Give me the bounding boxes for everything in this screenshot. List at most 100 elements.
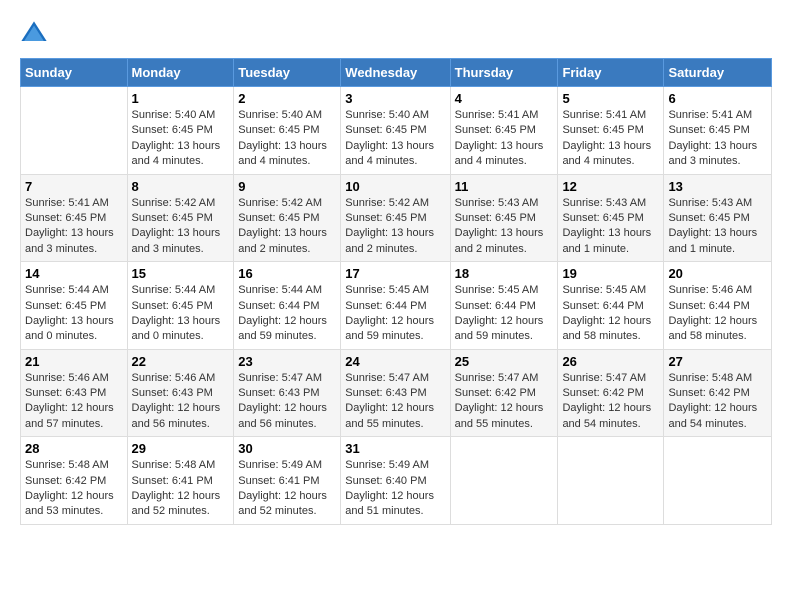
- sunrise-text: Sunrise: 5:42 AM: [238, 197, 322, 209]
- sunrise-text: Sunrise: 5:46 AM: [132, 372, 216, 384]
- daylight-text: Daylight: 12 hours and 54 minutes.: [562, 402, 651, 429]
- sunset-text: Sunset: 6:45 PM: [25, 212, 106, 224]
- day-number: 10: [345, 179, 445, 194]
- sunset-text: Sunset: 6:40 PM: [345, 475, 426, 487]
- sunrise-text: Sunrise: 5:45 AM: [345, 284, 429, 296]
- day-number: 4: [455, 91, 554, 106]
- day-info: Sunrise: 5:43 AM Sunset: 6:45 PM Dayligh…: [562, 196, 659, 258]
- sunrise-text: Sunrise: 5:47 AM: [455, 372, 539, 384]
- sunset-text: Sunset: 6:45 PM: [668, 212, 749, 224]
- daylight-text: Daylight: 12 hours and 55 minutes.: [345, 402, 434, 429]
- day-number: 8: [132, 179, 230, 194]
- sunrise-text: Sunrise: 5:41 AM: [455, 109, 539, 121]
- day-info: Sunrise: 5:49 AM Sunset: 6:40 PM Dayligh…: [345, 458, 445, 520]
- day-info: Sunrise: 5:44 AM Sunset: 6:45 PM Dayligh…: [25, 283, 123, 345]
- header-day: Wednesday: [341, 59, 450, 87]
- daylight-text: Daylight: 13 hours and 4 minutes.: [345, 140, 434, 167]
- sunrise-text: Sunrise: 5:43 AM: [455, 197, 539, 209]
- day-info: Sunrise: 5:47 AM Sunset: 6:43 PM Dayligh…: [238, 371, 336, 433]
- day-info: Sunrise: 5:41 AM Sunset: 6:45 PM Dayligh…: [562, 108, 659, 170]
- logo-icon: [20, 20, 48, 48]
- day-number: 21: [25, 354, 123, 369]
- daylight-text: Daylight: 13 hours and 3 minutes.: [132, 227, 221, 254]
- calendar-cell: 8 Sunrise: 5:42 AM Sunset: 6:45 PM Dayli…: [127, 174, 234, 262]
- sunset-text: Sunset: 6:42 PM: [25, 475, 106, 487]
- daylight-text: Daylight: 13 hours and 3 minutes.: [25, 227, 114, 254]
- sunset-text: Sunset: 6:45 PM: [345, 212, 426, 224]
- calendar-cell: 1 Sunrise: 5:40 AM Sunset: 6:45 PM Dayli…: [127, 87, 234, 175]
- calendar-cell: 19 Sunrise: 5:45 AM Sunset: 6:44 PM Dayl…: [558, 262, 664, 350]
- daylight-text: Daylight: 13 hours and 1 minute.: [668, 227, 757, 254]
- day-number: 28: [25, 441, 123, 456]
- calendar-cell: [664, 437, 772, 525]
- day-info: Sunrise: 5:43 AM Sunset: 6:45 PM Dayligh…: [668, 196, 767, 258]
- calendar-cell: 22 Sunrise: 5:46 AM Sunset: 6:43 PM Dayl…: [127, 349, 234, 437]
- sunset-text: Sunset: 6:45 PM: [455, 124, 536, 136]
- calendar-cell: 3 Sunrise: 5:40 AM Sunset: 6:45 PM Dayli…: [341, 87, 450, 175]
- day-number: 20: [668, 266, 767, 281]
- sunset-text: Sunset: 6:43 PM: [25, 387, 106, 399]
- sunset-text: Sunset: 6:45 PM: [132, 212, 213, 224]
- day-number: 19: [562, 266, 659, 281]
- sunrise-text: Sunrise: 5:44 AM: [238, 284, 322, 296]
- header-day: Tuesday: [234, 59, 341, 87]
- calendar-cell: 21 Sunrise: 5:46 AM Sunset: 6:43 PM Dayl…: [21, 349, 128, 437]
- calendar-cell: 25 Sunrise: 5:47 AM Sunset: 6:42 PM Dayl…: [450, 349, 558, 437]
- day-info: Sunrise: 5:42 AM Sunset: 6:45 PM Dayligh…: [345, 196, 445, 258]
- sunset-text: Sunset: 6:45 PM: [132, 124, 213, 136]
- day-info: Sunrise: 5:48 AM Sunset: 6:42 PM Dayligh…: [25, 458, 123, 520]
- day-number: 3: [345, 91, 445, 106]
- header-day: Thursday: [450, 59, 558, 87]
- day-number: 23: [238, 354, 336, 369]
- daylight-text: Daylight: 13 hours and 2 minutes.: [345, 227, 434, 254]
- day-info: Sunrise: 5:47 AM Sunset: 6:43 PM Dayligh…: [345, 371, 445, 433]
- header-day: Saturday: [664, 59, 772, 87]
- day-number: 24: [345, 354, 445, 369]
- sunset-text: Sunset: 6:45 PM: [238, 212, 319, 224]
- sunrise-text: Sunrise: 5:42 AM: [345, 197, 429, 209]
- day-number: 22: [132, 354, 230, 369]
- calendar-cell: 11 Sunrise: 5:43 AM Sunset: 6:45 PM Dayl…: [450, 174, 558, 262]
- sunrise-text: Sunrise: 5:43 AM: [668, 197, 752, 209]
- day-number: 16: [238, 266, 336, 281]
- daylight-text: Daylight: 13 hours and 0 minutes.: [132, 315, 221, 342]
- day-info: Sunrise: 5:45 AM Sunset: 6:44 PM Dayligh…: [562, 283, 659, 345]
- daylight-text: Daylight: 12 hours and 52 minutes.: [132, 490, 221, 517]
- day-info: Sunrise: 5:45 AM Sunset: 6:44 PM Dayligh…: [455, 283, 554, 345]
- sunrise-text: Sunrise: 5:46 AM: [25, 372, 109, 384]
- day-info: Sunrise: 5:45 AM Sunset: 6:44 PM Dayligh…: [345, 283, 445, 345]
- calendar-cell: 17 Sunrise: 5:45 AM Sunset: 6:44 PM Dayl…: [341, 262, 450, 350]
- day-info: Sunrise: 5:48 AM Sunset: 6:42 PM Dayligh…: [668, 371, 767, 433]
- sunrise-text: Sunrise: 5:41 AM: [562, 109, 646, 121]
- calendar-cell: 23 Sunrise: 5:47 AM Sunset: 6:43 PM Dayl…: [234, 349, 341, 437]
- calendar-table: SundayMondayTuesdayWednesdayThursdayFrid…: [20, 58, 772, 525]
- calendar-cell: 5 Sunrise: 5:41 AM Sunset: 6:45 PM Dayli…: [558, 87, 664, 175]
- day-number: 5: [562, 91, 659, 106]
- daylight-text: Daylight: 13 hours and 2 minutes.: [455, 227, 544, 254]
- day-number: 17: [345, 266, 445, 281]
- calendar-cell: 13 Sunrise: 5:43 AM Sunset: 6:45 PM Dayl…: [664, 174, 772, 262]
- calendar-cell: 10 Sunrise: 5:42 AM Sunset: 6:45 PM Dayl…: [341, 174, 450, 262]
- sunrise-text: Sunrise: 5:45 AM: [562, 284, 646, 296]
- daylight-text: Daylight: 13 hours and 3 minutes.: [668, 140, 757, 167]
- sunset-text: Sunset: 6:43 PM: [345, 387, 426, 399]
- calendar-cell: 7 Sunrise: 5:41 AM Sunset: 6:45 PM Dayli…: [21, 174, 128, 262]
- calendar-cell: 6 Sunrise: 5:41 AM Sunset: 6:45 PM Dayli…: [664, 87, 772, 175]
- day-info: Sunrise: 5:40 AM Sunset: 6:45 PM Dayligh…: [345, 108, 445, 170]
- calendar-cell: 28 Sunrise: 5:48 AM Sunset: 6:42 PM Dayl…: [21, 437, 128, 525]
- day-info: Sunrise: 5:46 AM Sunset: 6:43 PM Dayligh…: [132, 371, 230, 433]
- day-number: 1: [132, 91, 230, 106]
- sunset-text: Sunset: 6:44 PM: [345, 300, 426, 312]
- daylight-text: Daylight: 12 hours and 56 minutes.: [132, 402, 221, 429]
- sunset-text: Sunset: 6:42 PM: [562, 387, 643, 399]
- sunrise-text: Sunrise: 5:43 AM: [562, 197, 646, 209]
- sunrise-text: Sunrise: 5:46 AM: [668, 284, 752, 296]
- day-info: Sunrise: 5:46 AM Sunset: 6:44 PM Dayligh…: [668, 283, 767, 345]
- sunset-text: Sunset: 6:42 PM: [455, 387, 536, 399]
- day-info: Sunrise: 5:43 AM Sunset: 6:45 PM Dayligh…: [455, 196, 554, 258]
- day-info: Sunrise: 5:49 AM Sunset: 6:41 PM Dayligh…: [238, 458, 336, 520]
- sunset-text: Sunset: 6:45 PM: [562, 124, 643, 136]
- day-number: 6: [668, 91, 767, 106]
- calendar-week-row: 28 Sunrise: 5:48 AM Sunset: 6:42 PM Dayl…: [21, 437, 772, 525]
- sunrise-text: Sunrise: 5:49 AM: [238, 459, 322, 471]
